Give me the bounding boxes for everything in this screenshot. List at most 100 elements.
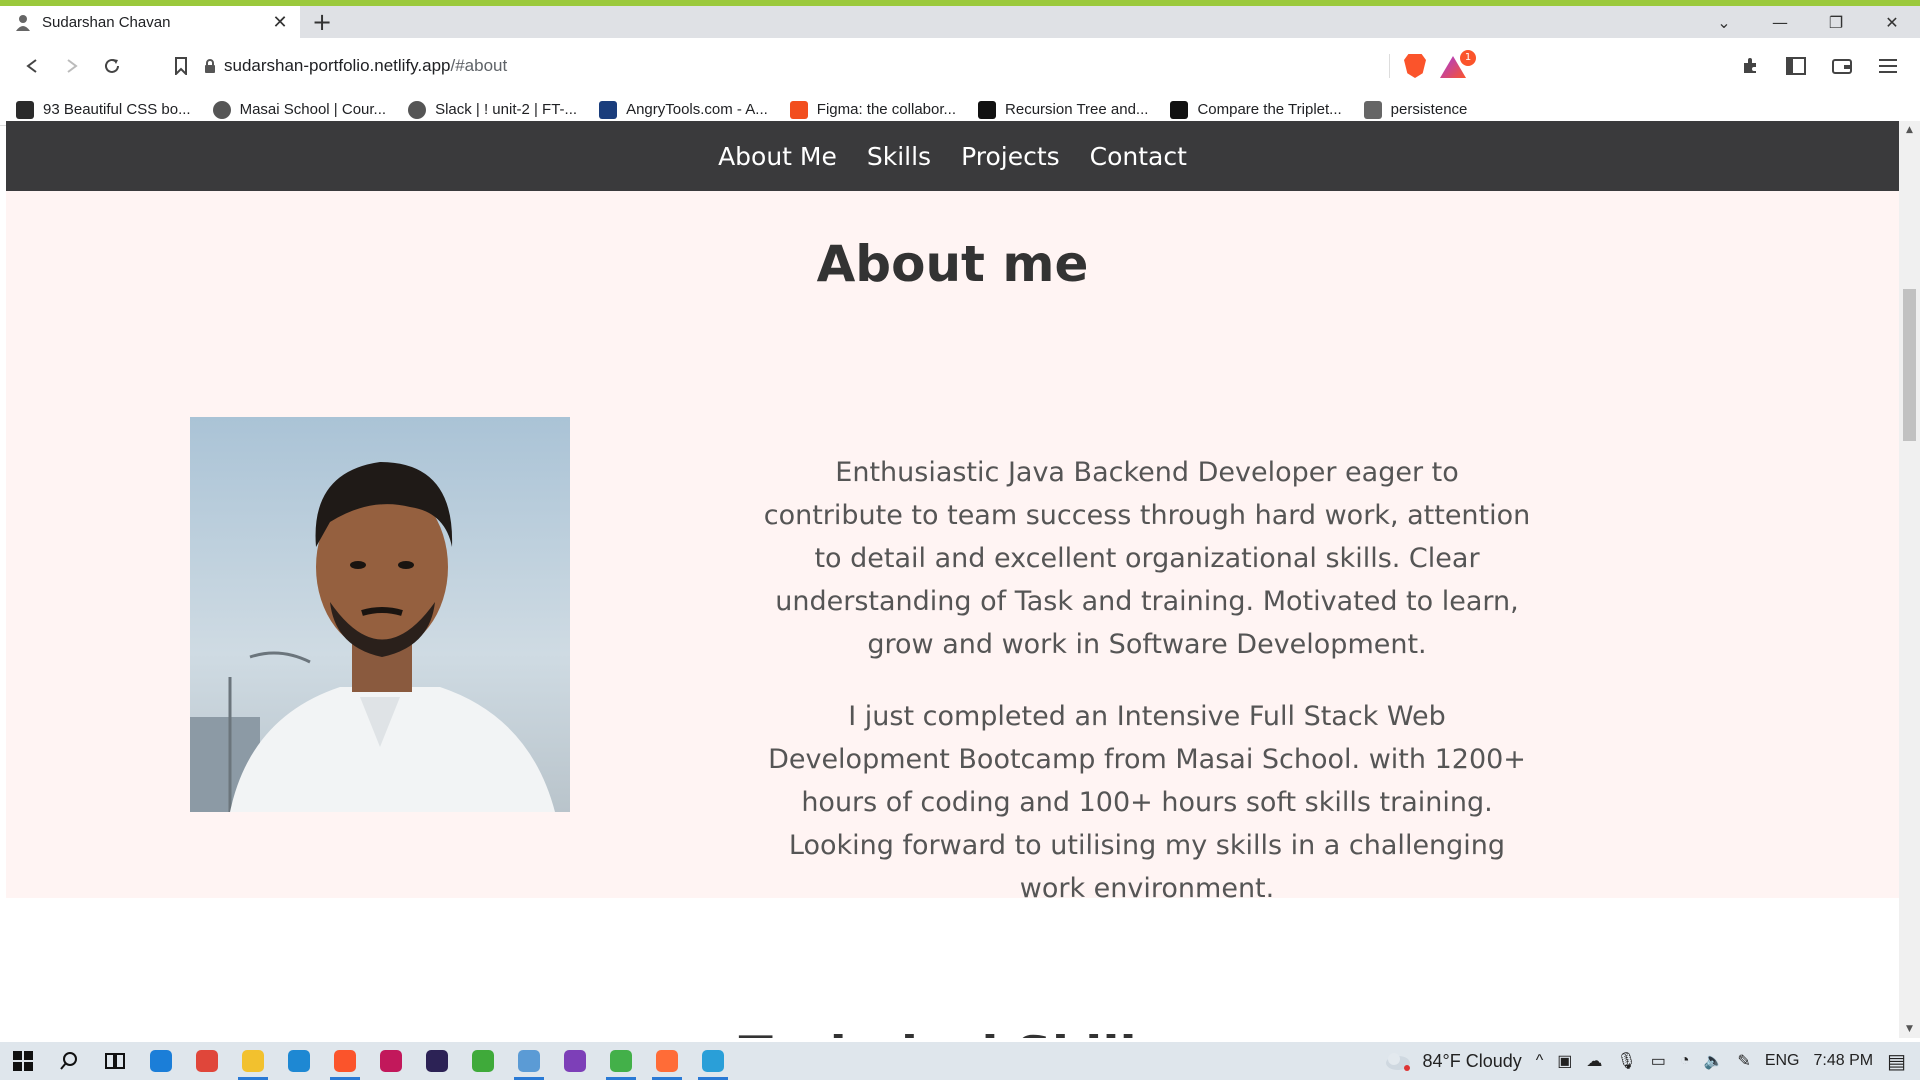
bookmark-item[interactable]: Masai School | Cour...: [212, 100, 387, 119]
intellij-icon[interactable]: [368, 1042, 414, 1080]
file-explorer-icon[interactable]: [230, 1042, 276, 1080]
active-tab[interactable]: Sudarshan Chavan ✕: [0, 6, 300, 38]
new-tab-button[interactable]: +: [300, 6, 344, 38]
globe-icon: [212, 100, 231, 119]
menu-icon[interactable]: [1868, 46, 1908, 86]
about-paragraph-1: Enthusiastic Java Backend Developer eage…: [763, 457, 1531, 660]
scroll-thumb[interactable]: [1903, 289, 1916, 441]
extensions-icon[interactable]: [1730, 46, 1770, 86]
pen-icon[interactable]: ✎: [1737, 1051, 1750, 1071]
bookmark-label: Recursion Tree and...: [1005, 101, 1149, 118]
app-purple-icon[interactable]: [552, 1042, 598, 1080]
onedrive-icon[interactable]: ☁: [1586, 1051, 1602, 1071]
battery-icon[interactable]: ▭: [1651, 1051, 1666, 1071]
brave-icon[interactable]: [322, 1042, 368, 1080]
close-window-icon[interactable]: ✕: [1864, 13, 1920, 32]
restore-icon[interactable]: ❐: [1808, 13, 1864, 32]
postman-icon[interactable]: [644, 1042, 690, 1080]
bookmark-page-button[interactable]: [166, 46, 196, 86]
bookmark-label: 93 Beautiful CSS bo...: [43, 101, 191, 118]
bookmark-item[interactable]: 93 Beautiful CSS bo...: [16, 100, 191, 119]
bookmark-item[interactable]: Slack | ! unit-2 | FT-...: [408, 100, 578, 119]
weather-text: 84°F Cloudy: [1422, 1050, 1522, 1071]
page-scrollbar[interactable]: ▲ ▼: [1899, 121, 1920, 1038]
angrytools-icon: [599, 100, 618, 119]
tab-search-icon[interactable]: ⌄: [1696, 13, 1752, 32]
reload-button[interactable]: [92, 46, 132, 86]
language-indicator[interactable]: ENG: [1765, 1052, 1800, 1070]
persistence-icon: [1363, 100, 1382, 119]
vscode-icon[interactable]: [276, 1042, 322, 1080]
bookmark-label: Masai School | Cour...: [239, 101, 387, 118]
notifications-icon[interactable]: ▤: [1887, 1049, 1906, 1074]
url-host: sudarshan-portfolio.netlify.app: [224, 56, 451, 75]
about-paragraph-2: I just completed an Intensive Full Stack…: [768, 701, 1526, 904]
edge-icon[interactable]: [138, 1042, 184, 1080]
volume-icon[interactable]: 🔈: [1704, 1051, 1724, 1071]
nav-contact[interactable]: Contact: [1090, 142, 1187, 171]
bookmark-item[interactable]: AngryTools.com - A...: [599, 100, 768, 119]
nav-skills[interactable]: Skills: [867, 142, 931, 171]
app-green-icon[interactable]: [460, 1042, 506, 1080]
globe-icon: [408, 100, 427, 119]
nav-about-me[interactable]: About Me: [718, 142, 837, 171]
weather-widget[interactable]: 84°F Cloudy: [1383, 1051, 1522, 1072]
address-bar[interactable]: sudarshan-portfolio.netlify.app/#about 1: [156, 46, 1476, 86]
scroll-down-icon[interactable]: ▼: [1899, 1024, 1920, 1034]
clock[interactable]: 7:48 PM: [1814, 1052, 1874, 1070]
minimize-icon[interactable]: —: [1752, 13, 1808, 32]
eclipse-icon[interactable]: [414, 1042, 460, 1080]
browser-toolbar: sudarshan-portfolio.netlify.app/#about 1: [0, 38, 1920, 94]
profile-photo: [190, 417, 570, 812]
bookmark-item[interactable]: Compare the Triplet...: [1170, 100, 1342, 119]
app-blue-icon[interactable]: [506, 1042, 552, 1080]
chevron-up-icon[interactable]: ^: [1536, 1052, 1544, 1070]
bookmark-label: AngryTools.com - A...: [626, 101, 768, 118]
taskbar-apps: [138, 1042, 736, 1080]
sidebar-icon[interactable]: [1776, 46, 1816, 86]
close-tab-icon[interactable]: ✕: [270, 12, 290, 33]
about-heading: About me: [816, 235, 1089, 293]
url-text[interactable]: sudarshan-portfolio.netlify.app/#about: [224, 56, 1389, 76]
task-view-icon[interactable]: [92, 1042, 138, 1080]
system-tray: 84°F Cloudy ^ ▣ ☁ 🎙 ▭ ◔ 🔈 ✎ ENG 7:48 PM …: [1383, 1049, 1920, 1074]
tab-strip: Sudarshan Chavan ✕ + ⌄ — ❐ ✕: [0, 6, 1920, 38]
bookmark-icon: [175, 57, 187, 75]
window-controls: ⌄ — ❐ ✕: [1696, 6, 1920, 38]
app-store-icon[interactable]: [690, 1042, 736, 1080]
search-icon[interactable]: [46, 1042, 92, 1080]
meet-now-icon[interactable]: ▣: [1557, 1051, 1572, 1071]
brave-actions: 1: [1389, 50, 1476, 78]
cloud-icon: [1385, 1053, 1410, 1071]
lock-icon[interactable]: [196, 59, 224, 73]
bookmark-item[interactable]: Recursion Tree and...: [978, 100, 1149, 119]
app-green2-icon[interactable]: [598, 1042, 644, 1080]
rewards-badge: 1: [1460, 50, 1476, 66]
forward-icon: [67, 59, 78, 73]
chrome-icon[interactable]: [184, 1042, 230, 1080]
page-viewport: About Me Skills Projects Contact About m…: [6, 121, 1899, 1038]
tab-title: Sudarshan Chavan: [42, 13, 171, 31]
technical-skills-heading: Technical Skills: [6, 1026, 1899, 1038]
url-path: /#about: [450, 56, 508, 75]
nav-projects[interactable]: Projects: [961, 142, 1060, 171]
bookmark-item[interactable]: persistence: [1363, 100, 1467, 119]
brave-rewards-icon[interactable]: 1: [1440, 50, 1476, 78]
figma-icon: [789, 100, 808, 119]
wifi-icon[interactable]: ◔: [1680, 1052, 1690, 1070]
brave-shields-icon[interactable]: [1404, 54, 1426, 78]
recursion-icon: [978, 100, 997, 119]
bookmark-label: Slack | ! unit-2 | FT-...: [435, 101, 578, 118]
back-button[interactable]: [12, 46, 52, 86]
microphone-icon[interactable]: 🎙: [1616, 1051, 1636, 1071]
profile-favicon-icon: [16, 15, 30, 31]
wallet-icon[interactable]: [1822, 46, 1862, 86]
bookmark-label: Figma: the collabor...: [816, 101, 957, 118]
reload-icon: [105, 58, 119, 73]
about-description: Enthusiastic Java Backend Developer eage…: [762, 451, 1532, 910]
forward-button[interactable]: [52, 46, 92, 86]
scroll-up-icon[interactable]: ▲: [1899, 125, 1920, 135]
bookmark-item[interactable]: Figma: the collabor...: [789, 100, 957, 119]
windows-taskbar: 84°F Cloudy ^ ▣ ☁ 🎙 ▭ ◔ 🔈 ✎ ENG 7:48 PM …: [0, 1042, 1920, 1080]
windows-start-icon[interactable]: [0, 1042, 46, 1080]
